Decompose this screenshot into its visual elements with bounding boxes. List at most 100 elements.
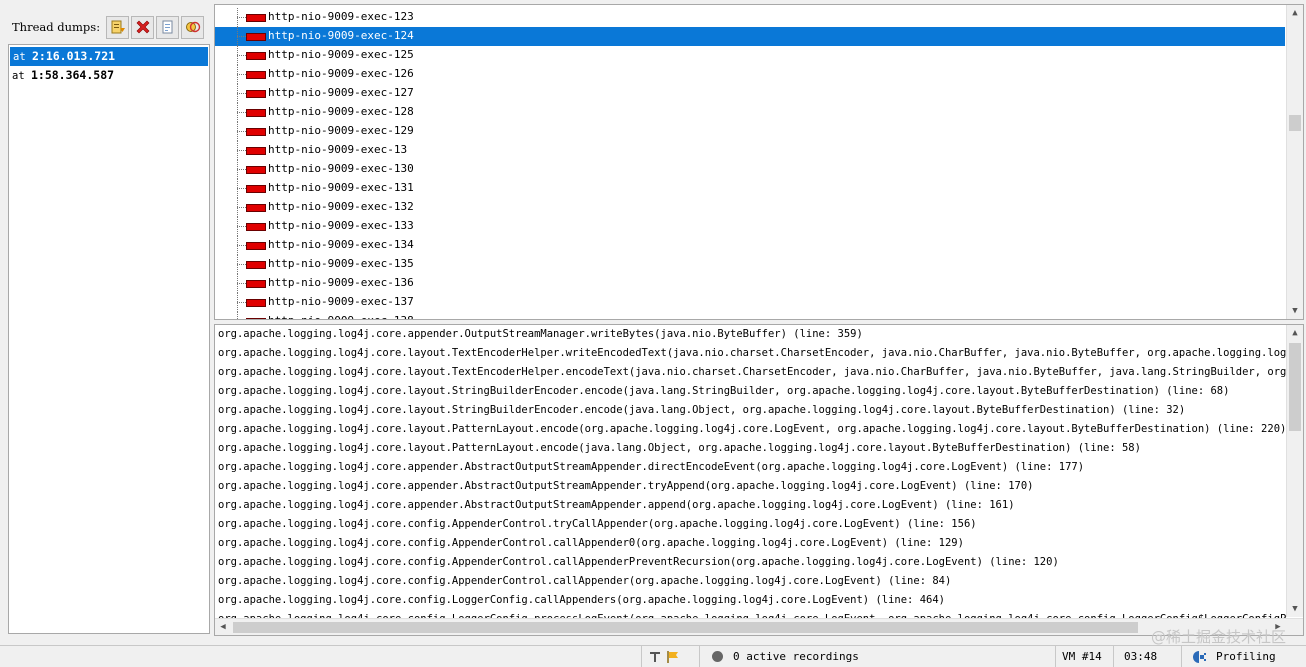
thread-name: http-nio-9009-exec-135 [268,257,414,270]
scroll-up-icon[interactable]: ▲ [1287,5,1303,21]
stack-frame[interactable]: org.apache.logging.log4j.core.layout.Str… [218,401,1185,420]
thread-row[interactable]: http-nio-9009-exec-136 [215,274,1285,293]
thread-row[interactable]: http-nio-9009-exec-126 [215,65,1285,84]
compare-dumps-button[interactable] [181,15,205,39]
thread-row[interactable]: http-nio-9009-exec-128 [215,103,1285,122]
stack-frame[interactable]: org.apache.logging.log4j.core.appender.O… [218,325,863,344]
tree-line [237,112,246,113]
thread-name: http-nio-9009-exec-125 [268,48,414,61]
thread-row[interactable]: http-nio-9009-exec-138 [215,312,1285,319]
thread-name: http-nio-9009-exec-123 [268,10,414,23]
profiling-status[interactable]: Profiling [1181,646,1306,667]
thread-state-icon [246,52,266,60]
dump-item[interactable]: at 1:58.364.587 [9,66,209,85]
thread-name: http-nio-9009-exec-132 [268,200,414,213]
tree-line [237,283,246,284]
scroll-thumb[interactable] [233,622,1138,633]
stack-trace-vscrollbar[interactable]: ▲ ▼ [1286,325,1303,617]
thread-name: http-nio-9009-exec-136 [268,276,414,289]
thread-state-icon [246,185,266,193]
stack-frame[interactable]: org.apache.logging.log4j.core.config.App… [218,515,977,534]
thread-state-icon [246,33,266,41]
thread-tree: ▲ ▼ http-nio-9009-exec-123 http-nio-9009-… [214,4,1304,320]
tree-line [237,169,246,170]
stack-frame[interactable]: org.apache.logging.log4j.core.layout.Pat… [218,420,1286,439]
thread-name: http-nio-9009-exec-133 [268,219,414,232]
thread-row[interactable]: http-nio-9009-exec-123 [215,8,1285,27]
thread-name: http-nio-9009-exec-128 [268,105,414,118]
thread-row[interactable]: http-nio-9009-exec-131 [215,179,1285,198]
stack-frame[interactable]: org.apache.logging.log4j.core.layout.Str… [218,382,1229,401]
thread-row[interactable]: http-nio-9009-exec-125 [215,46,1285,65]
tree-line [237,302,246,303]
add-dump-button[interactable] [106,15,130,39]
watermark: @稀土掘金技术社区 [1150,628,1286,646]
stack-frame[interactable]: org.apache.logging.log4j.core.config.App… [218,553,1059,572]
status-tools [641,646,699,667]
vm-status: VM #14 [1055,646,1113,667]
thread-row[interactable]: http-nio-9009-exec-124 [215,27,1285,46]
flag-icon[interactable] [666,650,680,664]
stack-frame[interactable]: org.apache.logging.log4j.core.layout.Tex… [218,363,1293,382]
stack-frame[interactable]: org.apache.logging.log4j.core.config.Log… [218,591,945,610]
thread-name: http-nio-9009-exec-130 [268,162,414,175]
scroll-thumb[interactable] [1289,115,1301,131]
thread-row[interactable]: http-nio-9009-exec-127 [215,84,1285,103]
copy-dump-button[interactable] [156,15,180,39]
tree-line [237,188,246,189]
tree-line [237,264,246,265]
add-dump-icon [111,20,125,34]
pin-icon[interactable] [648,650,662,664]
tree-line [237,245,246,246]
thread-row[interactable]: http-nio-9009-exec-137 [215,293,1285,312]
thread-row[interactable]: http-nio-9009-exec-134 [215,236,1285,255]
thread-row[interactable]: http-nio-9009-exec-13 [215,141,1285,160]
thread-state-icon [246,204,266,212]
thread-row[interactable]: http-nio-9009-exec-133 [215,217,1285,236]
thread-dumps-toolbar: Thread dumps: [12,14,206,40]
tree-line [237,55,246,56]
thread-state-icon [246,90,266,98]
scroll-up-icon[interactable]: ▲ [1287,325,1303,341]
vm-text: VM #14 [1062,650,1102,663]
thread-state-icon [246,299,266,307]
profiling-text: Profiling [1216,650,1276,663]
tree-line [237,131,246,132]
scroll-down-icon[interactable]: ▼ [1287,303,1303,319]
scroll-left-icon[interactable]: ◀ [215,619,231,635]
stack-frame[interactable]: org.apache.logging.log4j.core.layout.Tex… [218,344,1293,363]
thread-dumps-list: at 2:16.013.721 at 1:58.364.587 [8,44,210,634]
stack-frame[interactable]: org.apache.logging.log4j.core.appender.A… [218,496,1015,515]
copy-icon [162,20,173,34]
stack-trace-panel: org.apache.logging.log4j.core.config.Log… [214,324,1304,636]
thread-name: http-nio-9009-exec-131 [268,181,414,194]
stack-frame[interactable]: org.apache.logging.log4j.core.layout.Pat… [218,439,1141,458]
recordings-status[interactable]: 0 active recordings [699,646,866,667]
stack-frame[interactable]: org.apache.logging.log4j.core.appender.A… [218,458,1084,477]
stack-frame[interactable]: org.apache.logging.log4j.core.appender.A… [218,477,1033,496]
profiling-icon [1193,650,1206,663]
thread-state-icon [246,14,266,22]
thread-tree-scrollbar[interactable]: ▲ ▼ [1286,5,1303,319]
dump-item[interactable]: at 2:16.013.721 [10,47,208,66]
stack-frame[interactable]: org.apache.logging.log4j.core.config.App… [218,534,964,553]
thread-row[interactable]: http-nio-9009-exec-130 [215,160,1285,179]
stack-frame[interactable]: org.apache.logging.log4j.core.config.App… [218,572,951,591]
delete-dump-button[interactable] [131,15,155,39]
status-bar: 0 active recordings VM #14 03:48 Profili… [0,645,1306,667]
thread-state-icon [246,71,266,79]
scroll-down-icon[interactable]: ▼ [1287,601,1303,617]
thread-state-icon [246,318,266,319]
stack-trace-hscrollbar[interactable]: ◀ ▶ [215,618,1303,635]
scroll-thumb[interactable] [1289,343,1301,431]
thread-row[interactable]: http-nio-9009-exec-129 [215,122,1285,141]
thread-state-icon [246,223,266,231]
tree-line [237,17,246,18]
thread-state-icon [246,147,266,155]
thread-row[interactable]: http-nio-9009-exec-135 [215,255,1285,274]
thread-dumps-panel: Thread dumps: at 2:16.013.721 at 1:58.36… [0,0,212,640]
tree-line [237,36,246,37]
thread-row[interactable]: http-nio-9009-exec-132 [215,198,1285,217]
record-dot-icon [712,651,723,662]
compare-icon [185,21,200,33]
